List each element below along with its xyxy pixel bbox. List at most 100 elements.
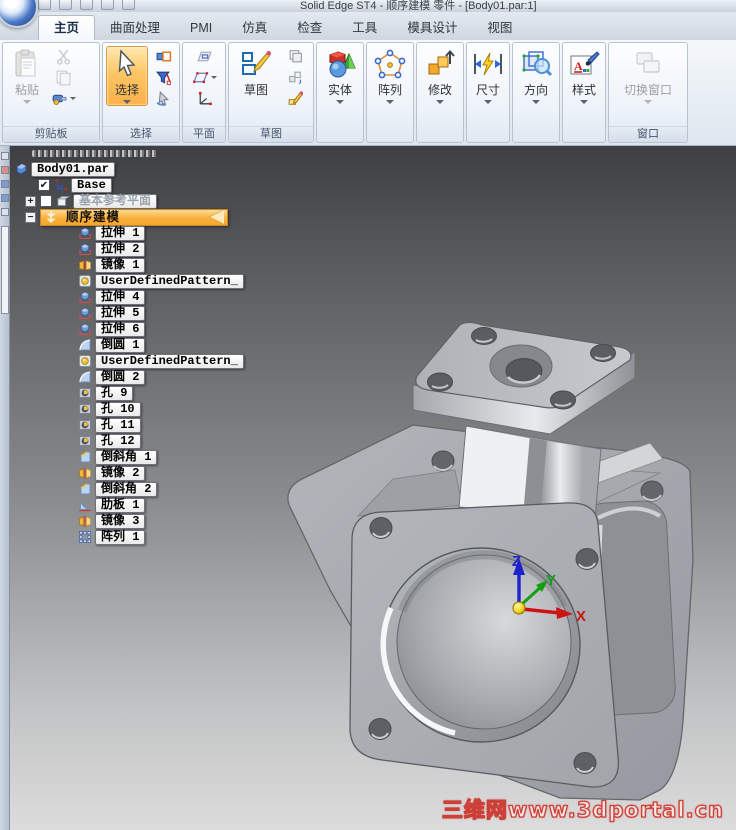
pathfinder-item[interactable]: 倒圆 2 (78, 369, 270, 385)
dimension-button[interactable]: 尺寸 (470, 46, 506, 106)
pathfinder-item[interactable]: 镜像 1 (78, 257, 270, 273)
pathfinder-item[interactable]: 肋板 1 (78, 497, 270, 513)
paste-dropdown[interactable] (23, 100, 31, 104)
format-painter-button[interactable] (50, 88, 76, 109)
tab-主页[interactable]: 主页 (38, 15, 96, 40)
sketch-button[interactable]: 草图 (232, 46, 280, 100)
cut-button[interactable] (50, 46, 76, 67)
tab-曲面处理[interactable]: 曲面处理 (95, 16, 175, 40)
pathfinder-item[interactable]: 镜像 3 (78, 513, 270, 529)
pathfinder-item[interactable]: 拉伸 6 (78, 321, 270, 337)
group-clipboard: 粘贴 剪贴板 (2, 42, 100, 143)
refresh-icon[interactable] (122, 0, 135, 10)
pathfinder-item[interactable]: 镜像 2 (78, 465, 270, 481)
pathfinder-item[interactable]: − 顺序建模 (25, 208, 270, 226)
switch-window-dropdown[interactable] (644, 100, 652, 104)
style-button[interactable]: A 样式 (566, 46, 602, 106)
pattern-dropdown[interactable] (386, 100, 394, 104)
tab-模具设计[interactable]: 模具设计 (392, 16, 472, 40)
pathfinder-item[interactable]: 倒斜角 2 (78, 481, 270, 497)
dock-strip[interactable] (0, 146, 10, 830)
pathfinder-item[interactable]: UserDefinedPattern_ (78, 273, 270, 289)
pathfinder-item[interactable]: 孔 12 (78, 433, 270, 449)
feature-label: 阵列 1 (95, 529, 146, 545)
undo-icon[interactable] (59, 0, 72, 10)
pathfinder-item[interactable]: + 基本参考平面 (25, 193, 270, 209)
pathfinder-item[interactable]: UserDefinedPattern_ (78, 353, 270, 369)
select-dropdown[interactable] (123, 100, 131, 104)
visibility-checkbox[interactable]: ✔ (38, 179, 50, 191)
coincident-plane-button[interactable] (191, 46, 217, 67)
ribbon: 粘贴 剪贴板 选择 选择 平面 草图 草图 实体 阵列 修改 尺寸 方向 A 样… (0, 40, 736, 146)
feature-label: 拉伸 2 (95, 241, 146, 257)
deselect-button[interactable] (150, 88, 176, 109)
modify-button[interactable]: 修改 (420, 46, 460, 106)
feature-icon (78, 434, 92, 448)
feature-label: 孔 12 (95, 433, 141, 449)
select-button[interactable]: 选择 (106, 46, 148, 106)
expand-toggle[interactable]: + (25, 195, 36, 207)
sketch-view-button[interactable] (282, 46, 308, 67)
switch-window-button[interactable]: 切换窗口 (612, 46, 684, 106)
group-label-clipboard: 剪贴板 (3, 126, 99, 142)
pattern-button[interactable]: 阵列 (370, 46, 410, 106)
pathfinder-item[interactable]: 孔 10 (78, 401, 270, 417)
pathfinder-item[interactable]: 阵列 1 (78, 529, 270, 545)
switch-window-icon (636, 52, 660, 73)
panel-resize-grip[interactable] (32, 150, 158, 157)
tab-检查[interactable]: 检查 (282, 16, 337, 40)
tab-视图[interactable]: 视图 (472, 16, 527, 40)
solids-button[interactable]: 实体 (320, 46, 360, 106)
feature-icon (54, 178, 68, 192)
more-planes-dropdown[interactable] (210, 76, 217, 79)
feature-icon (78, 354, 92, 368)
sketch-transfer-button[interactable] (282, 67, 308, 88)
orientation-label: 方向 (523, 83, 548, 97)
edit-sketch-button[interactable] (282, 88, 308, 109)
feature-label: 镜像 3 (95, 513, 146, 529)
feature-icon (78, 338, 92, 352)
collapse-arrow[interactable] (210, 210, 224, 224)
visibility-checkbox[interactable] (40, 195, 52, 207)
component-select-button[interactable] (150, 46, 176, 67)
pathfinder-item[interactable]: 孔 9 (78, 385, 270, 401)
format-painter-dropdown[interactable] (69, 97, 76, 100)
pathfinder-item[interactable]: 倒斜角 1 (78, 449, 270, 465)
deselect-icon (156, 90, 169, 107)
select-filter-button[interactable] (150, 67, 176, 88)
tab-工具[interactable]: 工具 (337, 16, 392, 40)
tab-PMI[interactable]: PMI (175, 16, 227, 40)
solids-dropdown[interactable] (336, 100, 344, 104)
orientation-button[interactable]: 方向 (516, 46, 556, 106)
group-solids: 实体 (316, 42, 364, 143)
pattern-icon (374, 49, 406, 79)
coordinate-system-button[interactable] (191, 88, 217, 109)
more-planes-button[interactable] (191, 67, 217, 88)
3d-viewport[interactable]: Y Z X Body01.par ✔ Base + 基本参考平面 − 顺序建模 … (0, 146, 736, 830)
style-dropdown[interactable] (580, 100, 588, 104)
pathfinder-item[interactable]: 拉伸 2 (78, 241, 270, 257)
feature-label: 倒圆 1 (95, 337, 146, 353)
pathfinder-item[interactable]: 孔 11 (78, 417, 270, 433)
expand-toggle[interactable]: − (25, 211, 36, 223)
group-select: 选择 选择 (102, 42, 180, 143)
pathfinder-item[interactable]: 拉伸 5 (78, 305, 270, 321)
pathfinder-item[interactable]: 拉伸 4 (78, 289, 270, 305)
pathfinder-item[interactable]: 拉伸 1 (78, 225, 270, 241)
tab-仿真[interactable]: 仿真 (227, 16, 282, 40)
pathfinder-item[interactable]: ✔ Base (38, 177, 270, 193)
feature-label: UserDefinedPattern_ (95, 273, 244, 289)
paste-button[interactable]: 粘贴 (6, 46, 48, 106)
modify-dropdown[interactable] (436, 100, 444, 104)
feature-label: 拉伸 1 (95, 225, 146, 241)
copy-button[interactable] (50, 67, 76, 88)
pathfinder-item[interactable]: Body01.par (14, 161, 270, 177)
orientation-dropdown[interactable] (532, 100, 540, 104)
back-icon[interactable] (80, 0, 93, 10)
redo-icon[interactable] (101, 0, 114, 10)
dimension-dropdown[interactable] (484, 100, 492, 104)
save-icon[interactable] (38, 0, 51, 10)
solids-label: 实体 (327, 83, 352, 97)
component-select-icon (156, 51, 171, 62)
pathfinder-item[interactable]: 倒圆 1 (78, 337, 270, 353)
